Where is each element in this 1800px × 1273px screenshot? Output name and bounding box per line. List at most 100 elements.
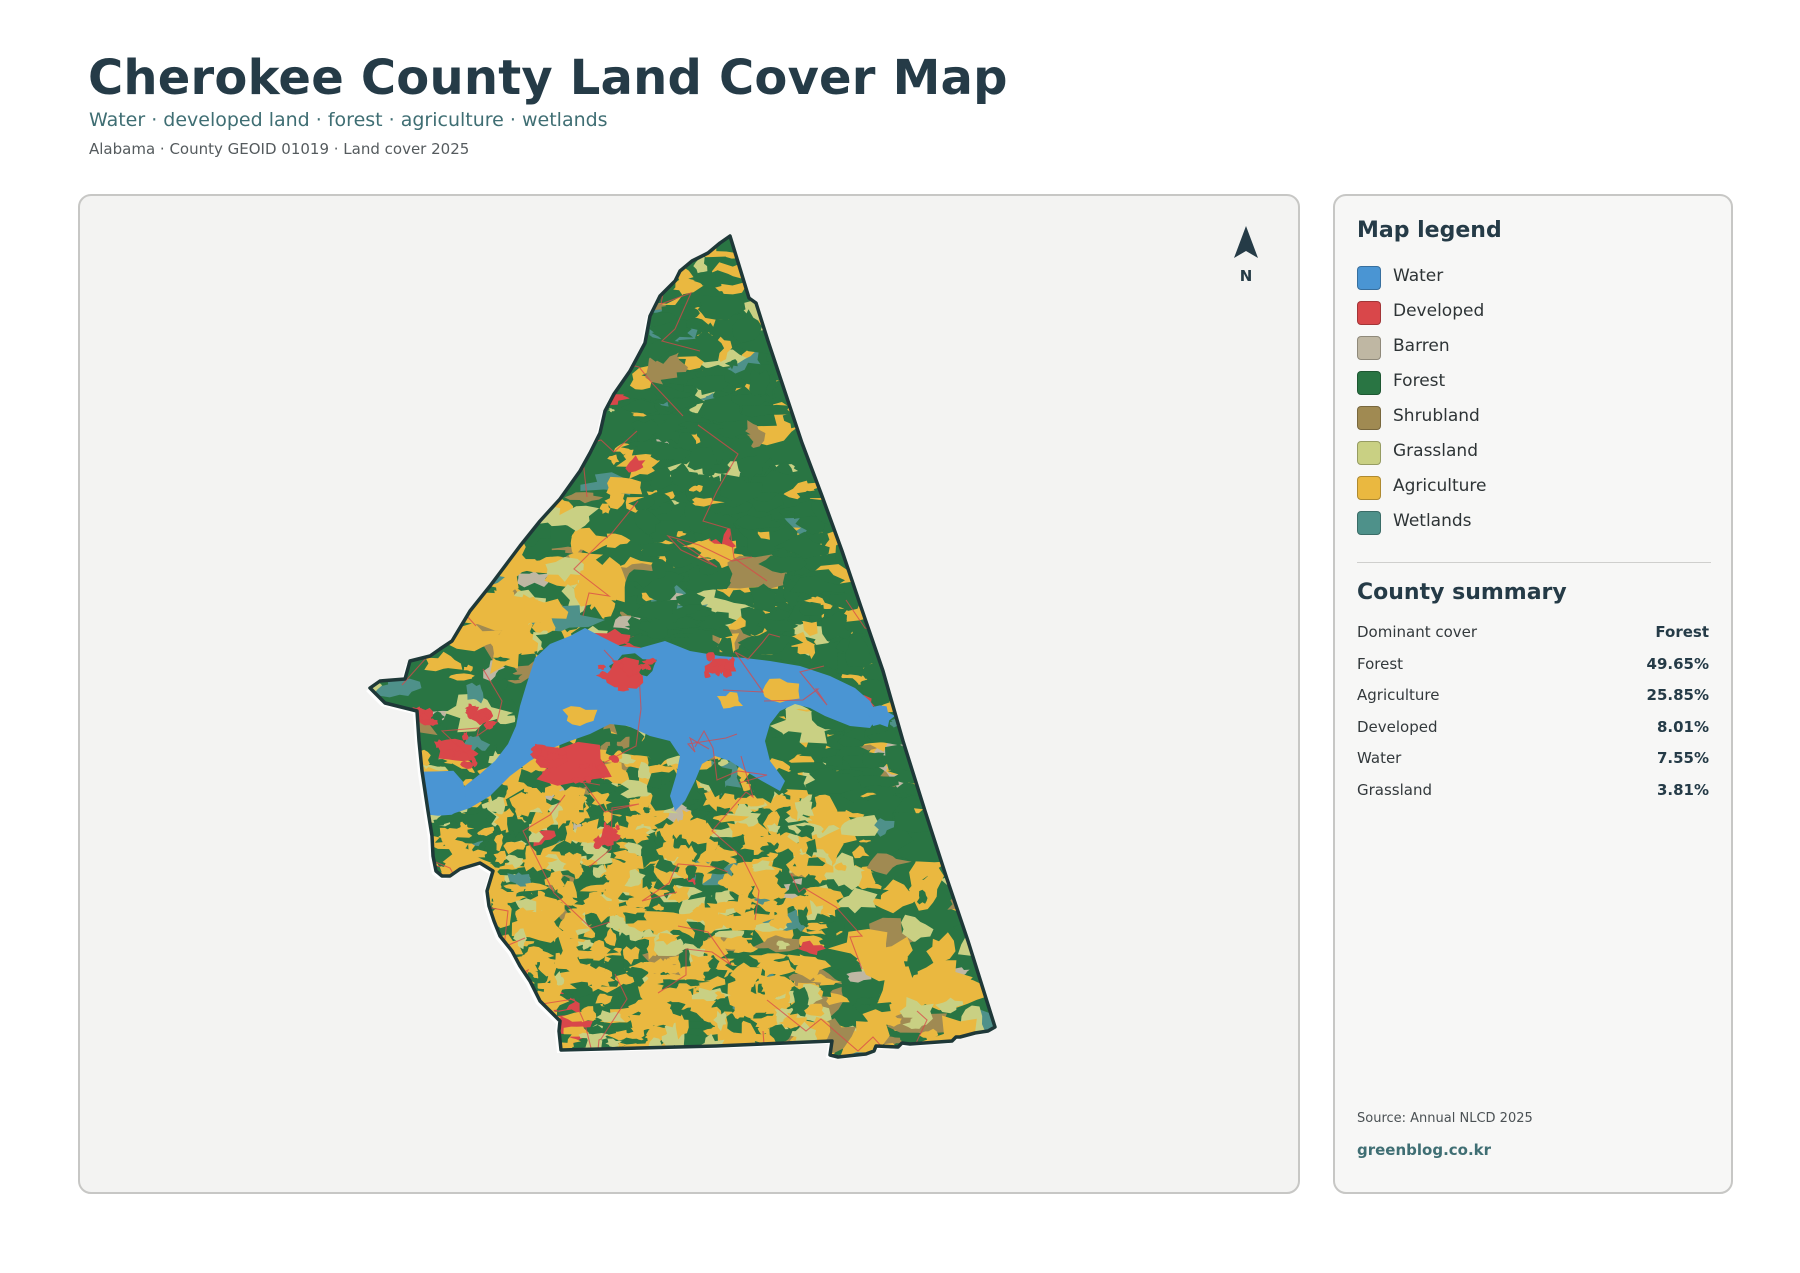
land-cover-patch [868, 1054, 935, 1057]
land-cover-patch [409, 287, 502, 316]
land-cover-patch [922, 1050, 942, 1057]
land-cover-patch [870, 433, 914, 450]
north-arrow-icon [1234, 226, 1258, 258]
land-cover-patch [483, 973, 503, 989]
land-cover-patch [436, 946, 472, 962]
land-cover-patch [943, 501, 963, 521]
land-cover-patch [989, 1074, 1002, 1087]
summary-row: Developed 8.01% [1357, 718, 1709, 738]
land-cover-patch [855, 375, 893, 405]
legend-swatch [1357, 371, 1381, 395]
land-cover-patch [762, 262, 785, 299]
land-cover-patch [815, 311, 881, 345]
land-cover-patch [486, 965, 514, 977]
land-cover-patch [540, 394, 554, 404]
land-cover-patch [828, 418, 860, 432]
land-cover-patch [867, 1081, 891, 1099]
land-cover-patch [369, 1091, 397, 1105]
land-cover-patch [816, 381, 832, 397]
land-cover-patch [931, 363, 977, 376]
land-cover-patch [973, 479, 995, 493]
land-cover-patch [974, 692, 995, 721]
land-cover-patch [314, 455, 367, 477]
land-cover-patch [423, 236, 457, 256]
land-cover-patch [852, 562, 919, 598]
land-cover-patch [469, 503, 535, 534]
land-cover-patch [431, 995, 447, 1012]
land-cover-patch [419, 914, 454, 925]
land-cover-patch [403, 1056, 437, 1057]
land-cover-patch [355, 1071, 411, 1109]
land-cover-patch [678, 1050, 699, 1057]
legend-swatch [1357, 476, 1381, 500]
legend-swatch [1357, 511, 1381, 535]
land-cover-patch [777, 1050, 800, 1057]
land-cover-patch [719, 1068, 758, 1081]
land-cover-patch [403, 1025, 439, 1044]
land-cover-patch [422, 984, 455, 997]
land-cover-patch [527, 442, 562, 466]
land-cover-patch [529, 318, 595, 353]
land-cover-patch [753, 1058, 784, 1076]
land-cover-patch [891, 245, 980, 283]
land-cover-patch [447, 293, 498, 322]
land-cover-patch [773, 318, 799, 339]
land-cover-patch [879, 343, 900, 355]
land-cover-patch [370, 236, 396, 247]
land-cover-patch [790, 390, 840, 425]
land-cover-patch [889, 766, 960, 784]
land-cover-patch [841, 542, 876, 559]
land-cover-patch [370, 472, 399, 495]
land-cover-patch [443, 1005, 499, 1030]
land-cover-patch [414, 962, 468, 977]
land-cover-patch [519, 253, 565, 270]
page-meta: Alabama · County GEOID 01019 · Land cove… [89, 140, 470, 158]
land-cover-patch [949, 816, 964, 832]
land-cover-patch [889, 366, 933, 416]
land-cover-patch [498, 354, 506, 364]
land-cover-patch [705, 1056, 714, 1057]
land-cover-patch [427, 386, 488, 407]
land-cover-patch [502, 410, 522, 421]
land-cover-patch [815, 350, 843, 372]
land-cover-patch [960, 859, 976, 868]
map-panel[interactable]: N [78, 194, 1300, 1194]
brand-link[interactable]: greenblog.co.kr [1357, 1141, 1491, 1159]
legend-swatch [1357, 406, 1381, 430]
land-cover-patch [689, 1066, 742, 1098]
land-cover-patch [889, 309, 916, 328]
land-cover-patch [415, 871, 426, 888]
land-cover-patch [484, 1051, 524, 1057]
land-cover-patch [416, 952, 428, 966]
land-cover-patch [822, 236, 897, 264]
land-cover-patch [936, 626, 958, 639]
land-cover-patch [771, 290, 790, 314]
land-cover-patch [506, 441, 537, 457]
land-cover-map[interactable]: N [80, 196, 1300, 1194]
land-cover-patch [796, 326, 808, 338]
land-cover-patch [512, 278, 554, 326]
land-cover-patch [826, 433, 866, 463]
land-cover-patch [498, 960, 515, 969]
road-line [735, 1030, 789, 1057]
land-cover-patch [883, 542, 901, 571]
land-cover-patch [333, 1035, 355, 1072]
land-cover-patch [870, 290, 887, 299]
land-cover-patch [838, 236, 908, 261]
land-cover-patch [887, 345, 903, 368]
land-cover-patch [870, 332, 915, 367]
land-cover-patch [310, 264, 364, 320]
land-cover-patch [436, 992, 449, 1000]
land-cover-patch [370, 887, 380, 896]
legend-swatch [1357, 266, 1381, 290]
land-cover-patch [413, 594, 438, 631]
land-cover-patch [377, 410, 396, 432]
land-cover-patch [407, 468, 454, 498]
land-cover-patch [370, 859, 388, 890]
land-cover-patch [930, 276, 949, 296]
land-cover-patch [370, 481, 437, 530]
land-cover-patch [959, 882, 995, 909]
land-cover-patch [491, 1014, 529, 1037]
land-cover-patch [461, 465, 478, 496]
land-cover-patch [846, 537, 890, 569]
